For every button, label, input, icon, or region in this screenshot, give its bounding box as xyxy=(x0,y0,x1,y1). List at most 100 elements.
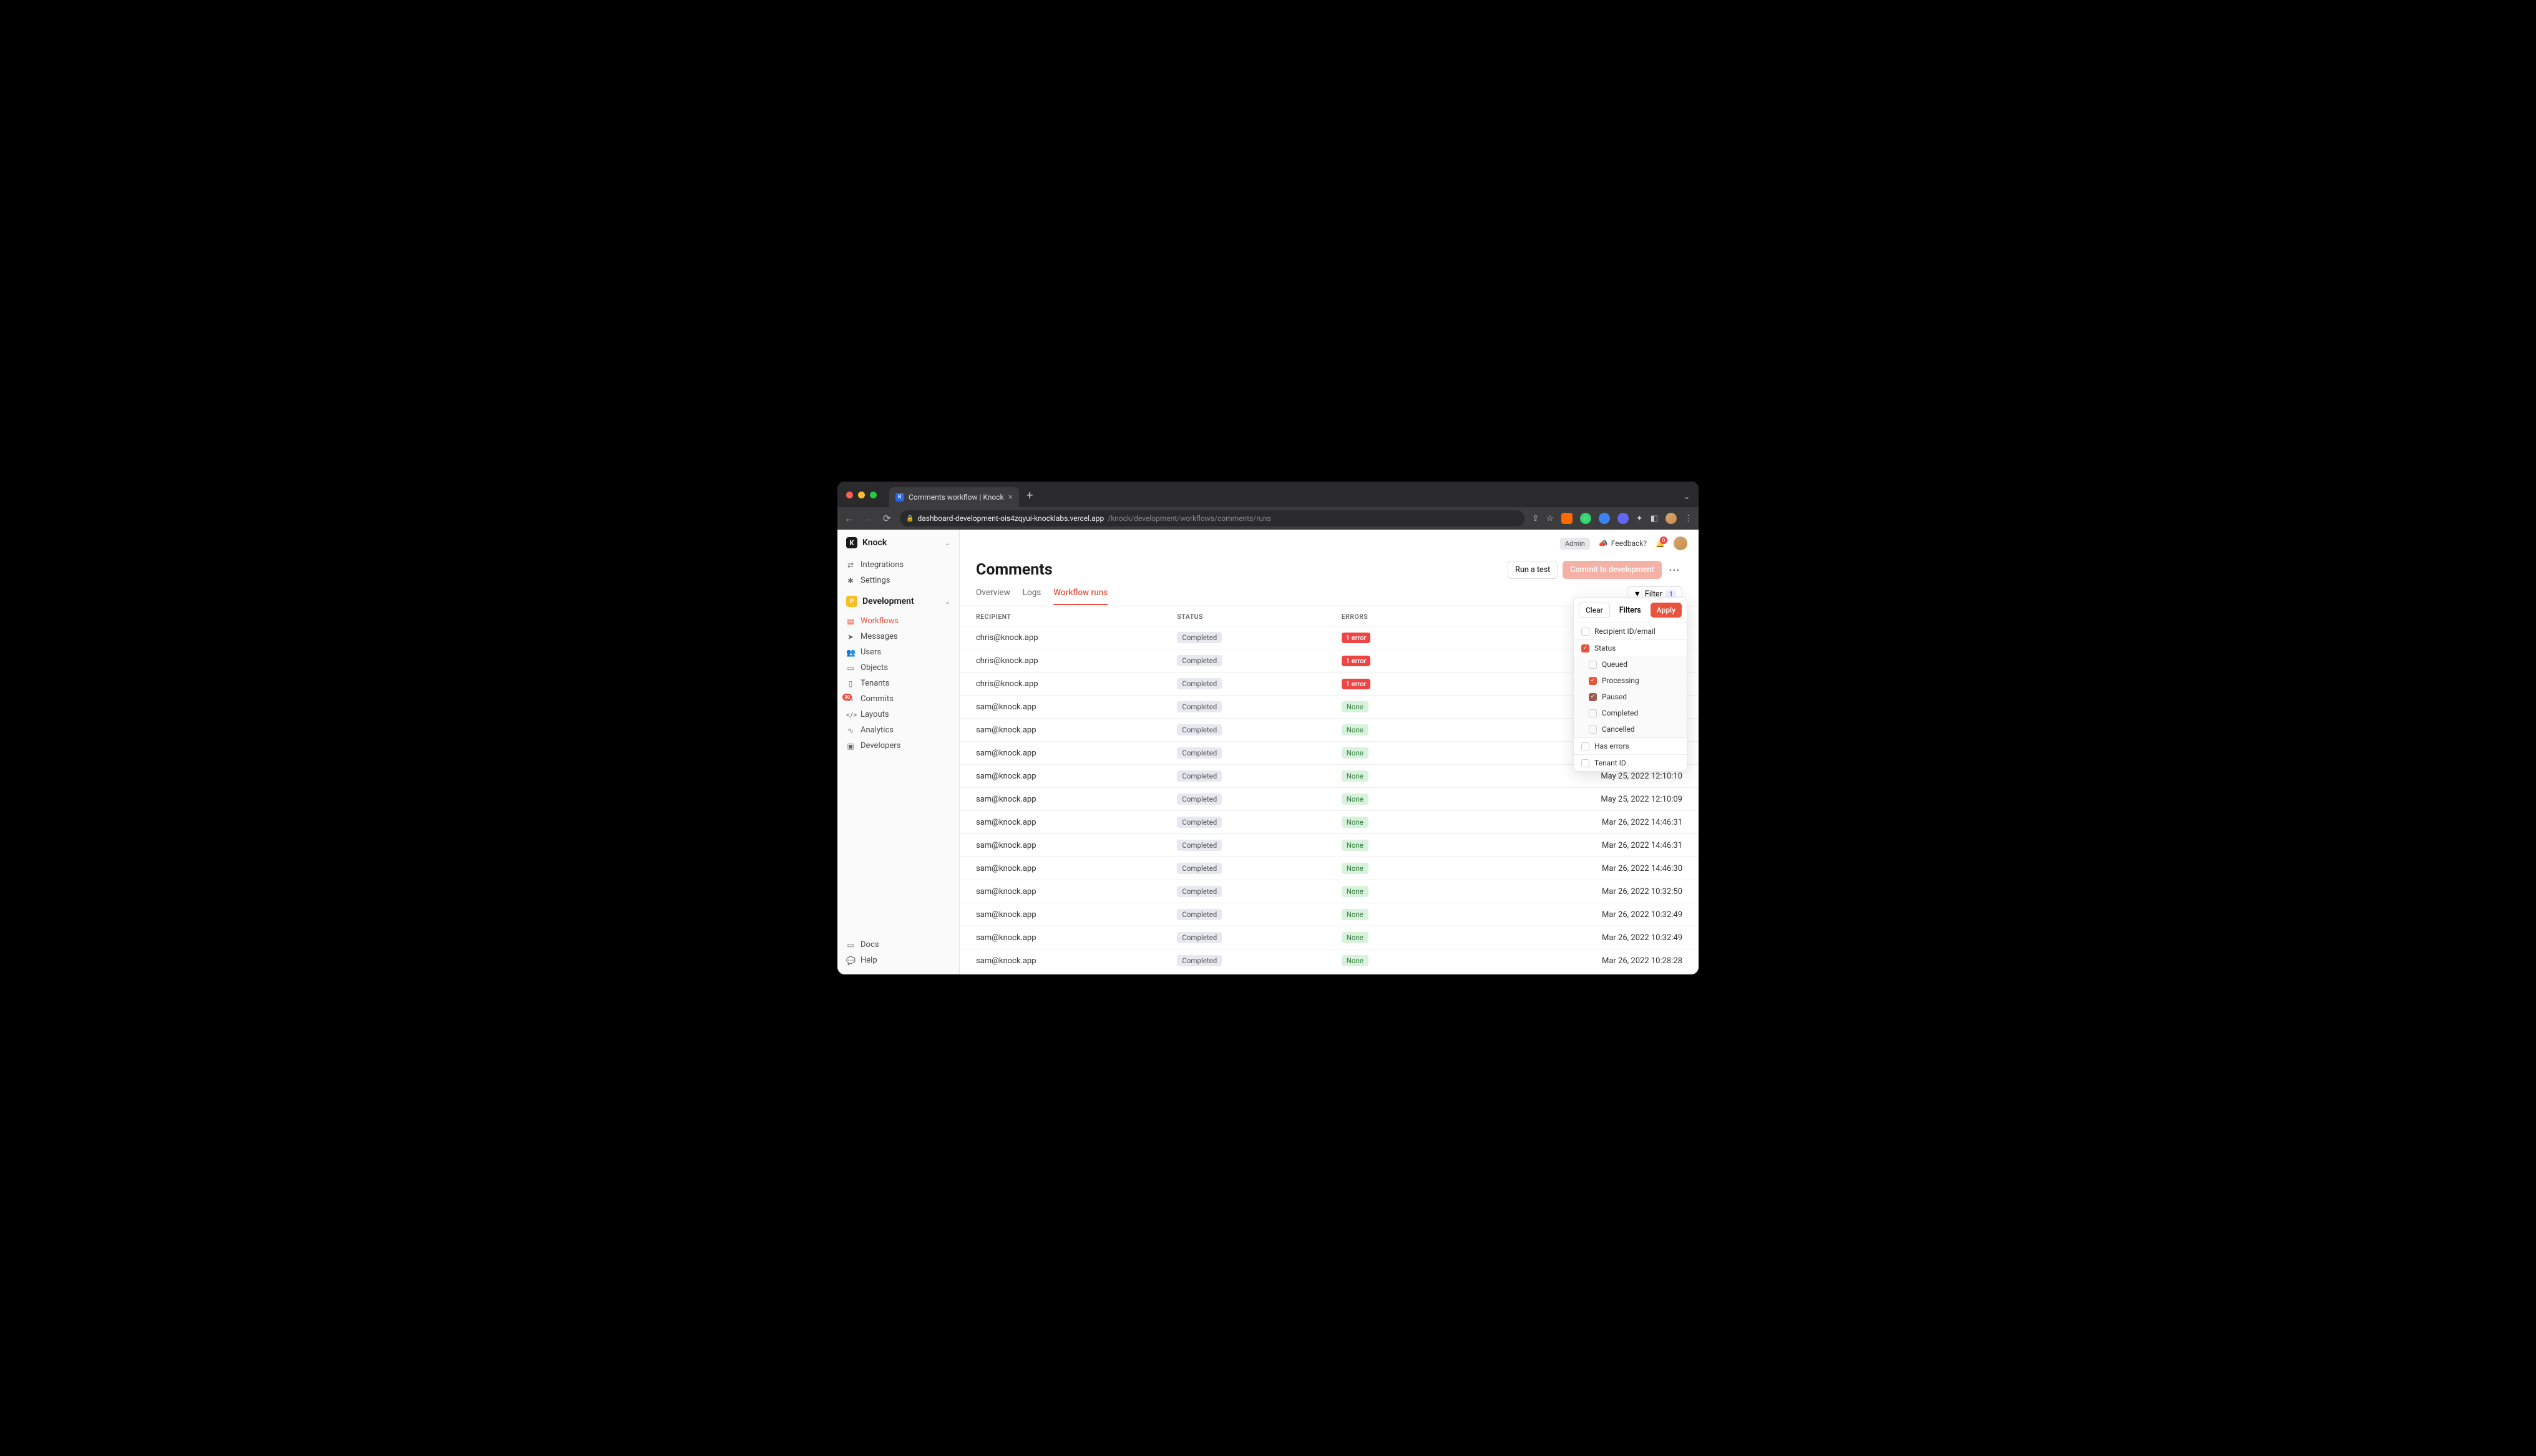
tab-logs[interactable]: Logs xyxy=(1023,588,1041,605)
table-row[interactable]: sam@knock.appCompletedNoneMar 26, 2022 1… xyxy=(960,834,1699,857)
address-bar[interactable]: 🔒 dashboard-development-ois4zqyui-knockl… xyxy=(900,510,1524,527)
status-badge: Completed xyxy=(1177,817,1222,828)
feedback-button[interactable]: 📣 Feedback? xyxy=(1599,539,1647,548)
sidebar-item-messages[interactable]: ➤Messages xyxy=(837,629,959,644)
cell-time: Mar 26, 2022 10:32:50 xyxy=(1456,880,1699,903)
sidebar-item-docs[interactable]: ▭Docs xyxy=(837,937,959,953)
more-actions-icon[interactable]: ··· xyxy=(1667,561,1682,578)
filter-option-has-errors[interactable]: Has errors xyxy=(1574,738,1687,754)
expand-tabs-icon[interactable]: ⌄ xyxy=(1675,492,1699,507)
commits-badge: 30 xyxy=(842,694,852,701)
minimize-window-icon[interactable] xyxy=(858,492,865,498)
cell-status: Completed xyxy=(1161,880,1325,903)
clear-filters-button[interactable]: Clear xyxy=(1579,603,1610,618)
megaphone-icon: 📣 xyxy=(1599,539,1608,548)
filter-option-cancelled[interactable]: Cancelled xyxy=(1574,721,1687,737)
share-icon[interactable]: ⇪ xyxy=(1532,514,1539,523)
reload-button[interactable]: ⟳ xyxy=(881,513,892,524)
cell-status: Completed xyxy=(1161,926,1325,949)
cell-errors: None xyxy=(1325,973,1456,975)
cell-status: Completed xyxy=(1161,649,1325,672)
status-badge: Completed xyxy=(1177,886,1222,897)
cell-recipient: sam@knock.app xyxy=(960,788,1161,811)
cell-status: Completed xyxy=(1161,696,1325,719)
col-errors: ERRORS xyxy=(1325,606,1456,626)
sidebar: K Knock ⌄ ⇄Integrations✱Settings P Devel… xyxy=(837,530,960,974)
workspace-switcher[interactable]: K Knock ⌄ xyxy=(837,530,959,556)
close-window-icon[interactable] xyxy=(846,492,853,498)
notifications-button[interactable]: 🔔 0 xyxy=(1656,539,1665,548)
extension-icon[interactable] xyxy=(1599,513,1610,524)
table-row[interactable]: sam@knock.appCompletedNoneMar 26, 2022 1… xyxy=(960,880,1699,903)
apply-filters-button[interactable]: Apply xyxy=(1651,603,1682,618)
table-row[interactable]: sam@knock.appCompletedNoneMar 26, 2022 1… xyxy=(960,926,1699,949)
browser-tab[interactable]: K Comments workflow | Knock × xyxy=(889,487,1019,507)
filter-option-processing[interactable]: ✓Processing xyxy=(1574,672,1687,689)
sidebar-item-analytics[interactable]: ∿Analytics xyxy=(837,722,959,738)
extensions-icon[interactable]: ✦ xyxy=(1636,514,1643,523)
sidebar-item-users[interactable]: 👥Users xyxy=(837,644,959,660)
filter-option-label: Paused xyxy=(1602,692,1627,701)
extension-icon[interactable] xyxy=(1561,513,1573,524)
commit-button[interactable]: Commit to development xyxy=(1563,561,1661,579)
filter-option-status[interactable]: ✓Status xyxy=(1574,640,1687,656)
cell-errors: None xyxy=(1325,811,1456,834)
maximize-window-icon[interactable] xyxy=(870,492,877,498)
cell-time: Mar 26, 2022 10:28:28 xyxy=(1456,949,1699,973)
table-row[interactable]: sam@knock.appCompletedNoneMar 26, 2022 1… xyxy=(960,949,1699,973)
back-button[interactable]: ← xyxy=(844,513,855,524)
sidebar-item-commits[interactable]: ⎌30Commits xyxy=(837,691,959,707)
tab-workflow-runs[interactable]: Workflow runs xyxy=(1053,588,1108,605)
tab-overview[interactable]: Overview xyxy=(976,588,1010,605)
filter-option-completed[interactable]: Completed xyxy=(1574,705,1687,721)
new-tab-button[interactable]: + xyxy=(1019,489,1040,507)
cell-recipient: sam@knock.app xyxy=(960,811,1161,834)
errors-badge: 1 error xyxy=(1342,656,1371,666)
table-row[interactable]: sam@knock.appCompletedNoneMay 25, 2022 1… xyxy=(960,788,1699,811)
filter-option-recipient-id-email[interactable]: Recipient ID/email xyxy=(1574,623,1687,639)
page-title: Comments xyxy=(976,561,1053,579)
checkbox-icon xyxy=(1589,709,1597,717)
table-row[interactable]: sam@knock.appCompletedNoneMar 26, 2022 1… xyxy=(960,903,1699,926)
close-tab-icon[interactable]: × xyxy=(1008,492,1013,502)
errors-badge: None xyxy=(1342,955,1368,966)
cell-status: Completed xyxy=(1161,626,1325,649)
extension-icon[interactable] xyxy=(1580,513,1591,524)
cell-errors: None xyxy=(1325,880,1456,903)
filter-option-queued[interactable]: Queued xyxy=(1574,656,1687,672)
sidebar-env-section: ▤Workflows➤Messages👥Users▭Objects▯Tenant… xyxy=(837,612,959,755)
table-row[interactable]: sam@knock.appCompletedNoneMar 26, 2022 1… xyxy=(960,973,1699,975)
cell-time: Mar 26, 2022 10:32:49 xyxy=(1456,926,1699,949)
col-recipient: RECIPIENT xyxy=(960,606,1161,626)
panel-icon[interactable]: ◧ xyxy=(1651,514,1658,523)
profile-icon[interactable] xyxy=(1665,513,1677,524)
sidebar-item-objects[interactable]: ▭Objects xyxy=(837,660,959,676)
run-test-button[interactable]: Run a test xyxy=(1508,561,1558,579)
page-actions: Run a test Commit to development ··· xyxy=(1508,561,1682,579)
filter-option-paused[interactable]: ✓Paused xyxy=(1574,689,1687,705)
status-badge: Completed xyxy=(1177,632,1222,643)
table-row[interactable]: sam@knock.appCompletedNoneMar 26, 2022 1… xyxy=(960,857,1699,880)
errors-badge: None xyxy=(1342,886,1368,897)
sidebar-item-integrations[interactable]: ⇄Integrations xyxy=(837,557,959,573)
environment-switcher[interactable]: P Development ⌄ xyxy=(837,590,959,612)
extension-icon[interactable] xyxy=(1617,513,1629,524)
sidebar-item-help[interactable]: 💬Help xyxy=(837,953,959,968)
sidebar-item-workflows[interactable]: ▤Workflows xyxy=(837,613,959,629)
cell-status: Completed xyxy=(1161,903,1325,926)
cell-errors: 1 error xyxy=(1325,649,1456,672)
filter-option-tenant-id[interactable]: Tenant ID xyxy=(1574,755,1687,771)
sidebar-item-layouts[interactable]: </>Layouts xyxy=(837,707,959,722)
sidebar-item-tenants[interactable]: ▯Tenants xyxy=(837,676,959,691)
menu-icon[interactable]: ⋮ xyxy=(1684,514,1692,523)
sidebar-item-developers[interactable]: ▣Developers xyxy=(837,738,959,754)
status-badge: Completed xyxy=(1177,655,1222,666)
table-row[interactable]: sam@knock.appCompletedNoneMar 26, 2022 1… xyxy=(960,811,1699,834)
sidebar-item-settings[interactable]: ✱Settings xyxy=(837,573,959,588)
bookmark-icon[interactable]: ☆ xyxy=(1546,514,1554,523)
sidebar-bottom-section: ▭Docs💬Help xyxy=(837,936,959,974)
filter-option-label: Has errors xyxy=(1594,742,1629,750)
forward-button[interactable]: → xyxy=(862,513,874,524)
cell-status: Completed xyxy=(1161,672,1325,696)
user-avatar[interactable] xyxy=(1674,536,1687,550)
